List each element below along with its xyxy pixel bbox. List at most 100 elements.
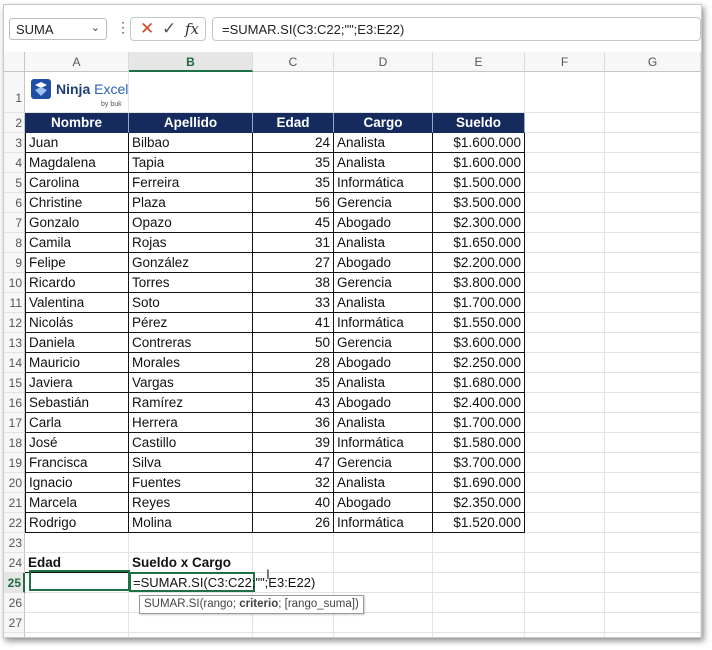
grid-cell[interactable] <box>525 513 605 533</box>
column-header-a[interactable]: A <box>25 52 129 72</box>
enter-check-icon[interactable]: ✓ <box>162 19 176 39</box>
row-header[interactable]: 11 <box>4 293 25 313</box>
grid-cell[interactable] <box>525 293 605 313</box>
grid-cell[interactable] <box>525 453 605 473</box>
grid-cell[interactable] <box>525 213 605 233</box>
table-cell[interactable]: Christine <box>25 193 129 213</box>
grid-cell[interactable] <box>605 113 701 133</box>
grid-cell[interactable] <box>605 233 701 253</box>
table-cell[interactable]: 45 <box>253 213 334 233</box>
grid-cell[interactable] <box>334 553 433 573</box>
table-cell[interactable]: Gerencia <box>334 333 433 353</box>
table-cell[interactable]: Analista <box>334 413 433 433</box>
table-cell[interactable]: $1.700.000 <box>433 413 525 433</box>
grid-cell[interactable] <box>525 573 605 593</box>
table-header-cell[interactable]: Cargo <box>334 113 433 133</box>
chevron-down-icon[interactable]: ⌄ <box>91 21 100 34</box>
column-header-e[interactable]: E <box>433 52 525 72</box>
table-cell[interactable]: $1.500.000 <box>433 173 525 193</box>
table-cell[interactable]: $2.200.000 <box>433 253 525 273</box>
cancel-icon[interactable]: ✕ <box>140 19 154 39</box>
table-cell[interactable]: 35 <box>253 373 334 393</box>
grid-cell[interactable] <box>253 533 334 553</box>
grid-cell[interactable] <box>525 173 605 193</box>
table-cell[interactable]: 31 <box>253 233 334 253</box>
table-cell[interactable]: 47 <box>253 453 334 473</box>
table-cell[interactable]: Sebastián <box>25 393 129 413</box>
grid-cell[interactable] <box>605 353 701 373</box>
grid-cell[interactable] <box>605 613 701 633</box>
table-header-cell[interactable]: Edad <box>253 113 334 133</box>
grid-cell[interactable] <box>525 133 605 153</box>
grid-cell[interactable] <box>525 273 605 293</box>
grid-cell[interactable] <box>433 633 525 637</box>
grid-cell[interactable] <box>605 153 701 173</box>
table-header-cell[interactable]: Sueldo <box>433 113 525 133</box>
table-cell[interactable]: $1.690.000 <box>433 473 525 493</box>
table-cell[interactable]: Abogado <box>334 253 433 273</box>
row-header[interactable]: 26 <box>4 593 25 613</box>
table-cell[interactable]: $1.550.000 <box>433 313 525 333</box>
table-cell[interactable]: Ferreira <box>129 173 253 193</box>
table-cell[interactable]: Francisca <box>25 453 129 473</box>
table-cell[interactable]: Informática <box>334 173 433 193</box>
grid-cell[interactable] <box>605 413 701 433</box>
table-cell[interactable]: Ramírez <box>129 393 253 413</box>
grid-cell[interactable] <box>334 573 433 593</box>
row-header[interactable]: 28 <box>4 633 25 637</box>
grid-cell[interactable] <box>605 433 701 453</box>
grid-cell[interactable] <box>605 333 701 353</box>
grid-cell[interactable] <box>525 533 605 553</box>
row-header[interactable]: 20 <box>4 473 25 493</box>
grid-cell[interactable] <box>605 593 701 613</box>
row-header[interactable]: 27 <box>4 613 25 633</box>
table-cell[interactable]: $1.650.000 <box>433 233 525 253</box>
table-cell[interactable]: Abogado <box>334 393 433 413</box>
table-cell[interactable]: Felipe <box>25 253 129 273</box>
table-cell[interactable]: Vargas <box>129 373 253 393</box>
more-options-icon[interactable]: ⋮ <box>116 19 130 36</box>
table-cell[interactable]: Carla <box>25 413 129 433</box>
table-cell[interactable]: Contreras <box>129 333 253 353</box>
insert-function-icon[interactable]: fx <box>185 20 199 38</box>
table-cell[interactable]: Herrera <box>129 413 253 433</box>
grid-cell[interactable] <box>525 313 605 333</box>
table-cell[interactable]: Rodrigo <box>25 513 129 533</box>
table-cell[interactable]: Torres <box>129 273 253 293</box>
grid-cell[interactable] <box>605 633 701 637</box>
column-header-f[interactable]: F <box>525 52 605 72</box>
table-cell[interactable]: Camila <box>25 233 129 253</box>
column-header-c[interactable]: C <box>253 52 334 72</box>
table-cell[interactable]: 43 <box>253 393 334 413</box>
table-cell[interactable]: Analista <box>334 293 433 313</box>
grid-cell[interactable] <box>433 593 525 613</box>
table-cell[interactable]: Morales <box>129 353 253 373</box>
grid-cell[interactable] <box>525 393 605 413</box>
row-header[interactable]: 1 <box>4 72 25 113</box>
grid-cell[interactable] <box>525 153 605 173</box>
table-cell[interactable]: $1.600.000 <box>433 153 525 173</box>
table-cell[interactable]: Analista <box>334 153 433 173</box>
grid-cell[interactable] <box>525 113 605 133</box>
row-header[interactable]: 16 <box>4 393 25 413</box>
grid-cell[interactable] <box>605 453 701 473</box>
table-cell[interactable]: Gerencia <box>334 453 433 473</box>
table-cell[interactable]: Magdalena <box>25 153 129 173</box>
row-header[interactable]: 2 <box>4 113 25 133</box>
grid-cell[interactable] <box>433 613 525 633</box>
grid-cell[interactable] <box>605 213 701 233</box>
row-header[interactable]: 3 <box>4 133 25 153</box>
grid-cell[interactable] <box>525 233 605 253</box>
selected-cell-a25[interactable] <box>29 570 130 591</box>
grid-cell[interactable] <box>605 553 701 573</box>
grid-cell[interactable] <box>605 193 701 213</box>
grid-cell[interactable] <box>25 633 129 637</box>
table-cell[interactable]: Nicolás <box>25 313 129 333</box>
table-cell[interactable]: 35 <box>253 173 334 193</box>
table-cell[interactable]: 32 <box>253 473 334 493</box>
grid-cell[interactable] <box>129 633 253 637</box>
summary-label-sueldo[interactable]: Sueldo x Cargo <box>129 553 253 573</box>
row-header[interactable]: 18 <box>4 433 25 453</box>
grid-cell[interactable] <box>525 413 605 433</box>
table-cell[interactable]: Daniela <box>25 333 129 353</box>
